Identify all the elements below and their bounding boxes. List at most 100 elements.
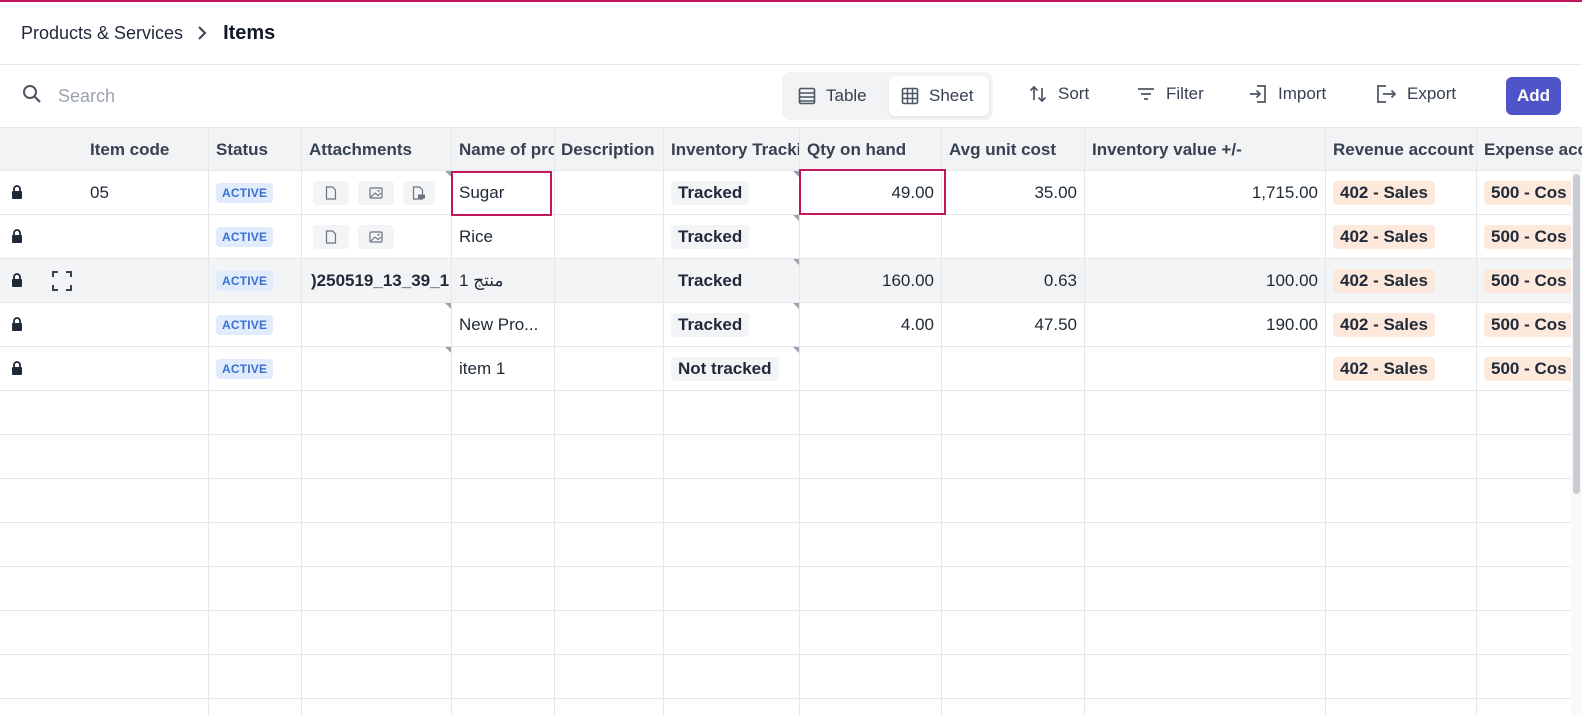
empty-cell[interactable] xyxy=(83,699,209,715)
empty-cell[interactable] xyxy=(942,435,1085,478)
empty-row[interactable] xyxy=(0,391,1582,435)
attachments-cell[interactable]: )250519_13_39_1 xyxy=(302,259,452,302)
empty-cell[interactable] xyxy=(555,479,664,522)
expand-row-icon[interactable] xyxy=(52,271,72,291)
empty-cell[interactable] xyxy=(555,567,664,610)
status-cell[interactable]: ACTIVE xyxy=(209,347,302,390)
filter-button[interactable]: Filter xyxy=(1136,84,1204,104)
empty-cell[interactable] xyxy=(800,435,942,478)
empty-cell[interactable] xyxy=(302,611,452,654)
column-header-item-code[interactable]: Item code xyxy=(83,128,209,171)
empty-cell[interactable] xyxy=(83,479,209,522)
empty-cell[interactable] xyxy=(555,523,664,566)
inventory-value-cell[interactable] xyxy=(1085,215,1326,258)
inventory-tracking-cell[interactable]: Tracked xyxy=(664,303,800,346)
inventory-tracking-cell[interactable]: Tracked xyxy=(664,259,800,302)
empty-cell[interactable] xyxy=(1085,655,1326,698)
empty-cell[interactable] xyxy=(555,699,664,715)
item-code-cell[interactable] xyxy=(83,347,209,390)
empty-cell[interactable] xyxy=(302,479,452,522)
description-cell[interactable] xyxy=(555,259,664,302)
description-cell[interactable] xyxy=(555,171,664,214)
qty-on-hand-cell[interactable] xyxy=(800,215,942,258)
file-icon[interactable] xyxy=(313,224,349,249)
empty-cell[interactable] xyxy=(664,391,800,434)
qty-on-hand-cell[interactable] xyxy=(800,347,942,390)
empty-cell[interactable] xyxy=(942,479,1085,522)
inventory-tracking-cell[interactable]: Tracked xyxy=(664,171,800,214)
empty-cell[interactable] xyxy=(209,391,302,434)
sheet-view-button[interactable]: Sheet xyxy=(889,76,989,116)
empty-cell[interactable] xyxy=(664,699,800,715)
qty-on-hand-cell[interactable]: 160.00 xyxy=(800,259,942,302)
empty-cell[interactable] xyxy=(1085,391,1326,434)
empty-cell[interactable] xyxy=(1477,435,1582,478)
status-cell[interactable]: ACTIVE xyxy=(209,259,302,302)
empty-row[interactable] xyxy=(0,523,1582,567)
empty-cell[interactable] xyxy=(1085,567,1326,610)
empty-cell[interactable] xyxy=(800,479,942,522)
empty-cell[interactable] xyxy=(1477,567,1582,610)
empty-cell[interactable] xyxy=(942,567,1085,610)
vertical-scrollbar[interactable] xyxy=(1573,174,1580,494)
file-icon[interactable] xyxy=(313,180,349,205)
status-cell[interactable]: ACTIVE xyxy=(209,215,302,258)
empty-cell[interactable] xyxy=(800,567,942,610)
empty-cell[interactable] xyxy=(1326,435,1477,478)
empty-cell[interactable] xyxy=(0,523,83,566)
column-header-inventory-tracking[interactable]: Inventory Trackir xyxy=(664,128,800,171)
empty-cell[interactable] xyxy=(83,655,209,698)
empty-cell[interactable] xyxy=(664,523,800,566)
empty-row[interactable] xyxy=(0,479,1582,523)
empty-cell[interactable] xyxy=(452,523,555,566)
pdf-icon[interactable] xyxy=(403,180,435,205)
empty-cell[interactable] xyxy=(1326,523,1477,566)
add-button[interactable]: Add xyxy=(1506,77,1561,115)
column-header-avg-unit-cost[interactable]: Avg unit cost xyxy=(942,128,1085,171)
attachments-cell[interactable] xyxy=(302,215,452,258)
empty-cell[interactable] xyxy=(1085,479,1326,522)
column-header-attachments[interactable]: Attachments xyxy=(302,128,452,171)
empty-cell[interactable] xyxy=(209,479,302,522)
expense-account-cell[interactable]: 500 - Cos xyxy=(1477,171,1582,214)
inventory-value-cell[interactable] xyxy=(1085,347,1326,390)
empty-cell[interactable] xyxy=(555,435,664,478)
empty-cell[interactable] xyxy=(452,611,555,654)
empty-cell[interactable] xyxy=(800,699,942,715)
revenue-account-cell[interactable]: 402 - Sales xyxy=(1326,215,1477,258)
avg-unit-cost-cell[interactable] xyxy=(942,347,1085,390)
empty-cell[interactable] xyxy=(209,699,302,715)
empty-cell[interactable] xyxy=(209,655,302,698)
empty-cell[interactable] xyxy=(209,435,302,478)
empty-cell[interactable] xyxy=(302,655,452,698)
item-code-cell[interactable]: 05 xyxy=(83,171,209,214)
export-button[interactable]: Export xyxy=(1375,84,1456,104)
empty-cell[interactable] xyxy=(302,567,452,610)
empty-cell[interactable] xyxy=(83,611,209,654)
empty-cell[interactable] xyxy=(452,391,555,434)
inventory-tracking-cell[interactable]: Not tracked xyxy=(664,347,800,390)
column-header-status[interactable]: Status xyxy=(209,128,302,171)
table-row[interactable]: ACTIVE Rice Tracked 402 - Sales 500 - Co… xyxy=(0,215,1582,259)
sort-button[interactable]: Sort xyxy=(1028,84,1089,104)
description-cell[interactable] xyxy=(555,303,664,346)
empty-cell[interactable] xyxy=(555,391,664,434)
empty-row[interactable] xyxy=(0,567,1582,611)
item-code-cell[interactable] xyxy=(83,303,209,346)
inventory-tracking-cell[interactable]: Tracked xyxy=(664,215,800,258)
revenue-account-cell[interactable]: 402 - Sales xyxy=(1326,347,1477,390)
avg-unit-cost-cell[interactable]: 47.50 xyxy=(942,303,1085,346)
description-cell[interactable] xyxy=(555,215,664,258)
avg-unit-cost-cell[interactable] xyxy=(942,215,1085,258)
empty-cell[interactable] xyxy=(1326,699,1477,715)
attachments-cell[interactable] xyxy=(302,171,452,214)
empty-cell[interactable] xyxy=(664,567,800,610)
empty-cell[interactable] xyxy=(1085,699,1326,715)
empty-cell[interactable] xyxy=(1326,611,1477,654)
expense-account-cell[interactable]: 500 - Cos xyxy=(1477,259,1582,302)
attachments-cell[interactable] xyxy=(302,347,452,390)
empty-cell[interactable] xyxy=(209,611,302,654)
description-cell[interactable] xyxy=(555,347,664,390)
empty-cell[interactable] xyxy=(664,655,800,698)
empty-cell[interactable] xyxy=(0,479,83,522)
